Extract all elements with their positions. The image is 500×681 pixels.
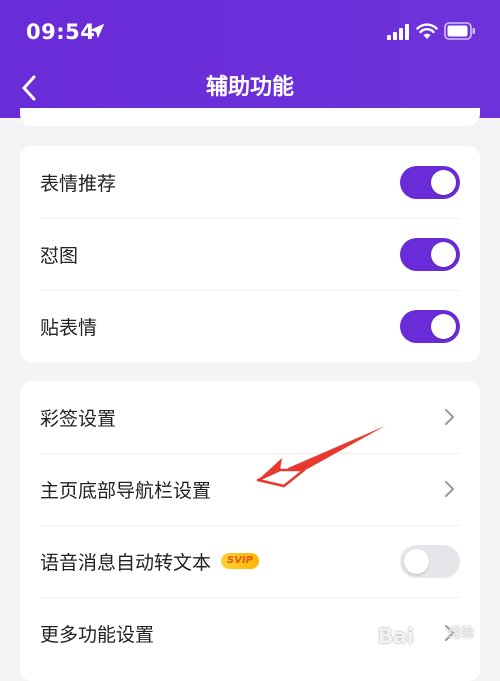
duitu-toggle[interactable]	[400, 237, 460, 271]
toggle-knob	[431, 241, 456, 267]
list-item-sticker: 贴表情	[20, 290, 480, 362]
voice-to-text-label-group: 语音消息自动转文本 SVIP	[40, 548, 400, 575]
emoji-recommend-toggle[interactable]	[400, 165, 460, 199]
toggle-section-card: 表情推荐 怼图 贴表情	[20, 146, 480, 362]
list-item-more-settings[interactable]: 更多功能设置	[20, 597, 480, 669]
settings-section-card: 彩签设置 主页底部导航栏设置 语音消息自动转文本 SVIP 更多功能设置	[20, 381, 480, 681]
list-item-duitu: 怼图	[20, 218, 480, 290]
location-arrow-icon	[89, 23, 105, 39]
more-settings-label: 更多功能设置	[40, 623, 155, 646]
chevron-right-icon	[445, 481, 454, 497]
battery-icon	[444, 22, 475, 40]
page-title: 辅助功能	[205, 75, 294, 100]
list-item-bottom-nav-settings[interactable]: 主页底部导航栏设置	[20, 453, 480, 525]
previous-section-card	[20, 108, 480, 126]
toggle-knob	[404, 548, 429, 574]
voice-to-text-toggle[interactable]	[400, 544, 460, 578]
list-item-voice-to-text: 语音消息自动转文本 SVIP	[20, 525, 480, 597]
toggle-knob	[431, 169, 456, 195]
duitu-label: 怼图	[40, 244, 79, 267]
emoji-recommend-label: 表情推荐	[40, 172, 117, 195]
voice-to-text-label: 语音消息自动转文本	[40, 551, 212, 574]
chevron-right-icon	[445, 409, 454, 425]
list-item-emoji-recommend: 表情推荐	[20, 146, 480, 218]
cellular-signal-icon	[387, 24, 409, 40]
list-item-color-tag-settings[interactable]: 彩签设置	[20, 381, 480, 453]
toggle-knob	[431, 313, 456, 339]
svip-badge: SVIP	[221, 553, 260, 569]
chevron-right-icon	[445, 625, 454, 641]
sticker-label: 贴表情	[40, 316, 98, 339]
status-time: 09:54	[26, 20, 96, 44]
sticker-toggle[interactable]	[400, 309, 460, 343]
header-bar: 09:54 辅助功能	[0, 0, 500, 118]
color-tag-settings-label: 彩签设置	[40, 407, 117, 430]
bottom-nav-settings-label: 主页底部导航栏设置	[40, 479, 212, 502]
wifi-icon	[416, 23, 438, 39]
